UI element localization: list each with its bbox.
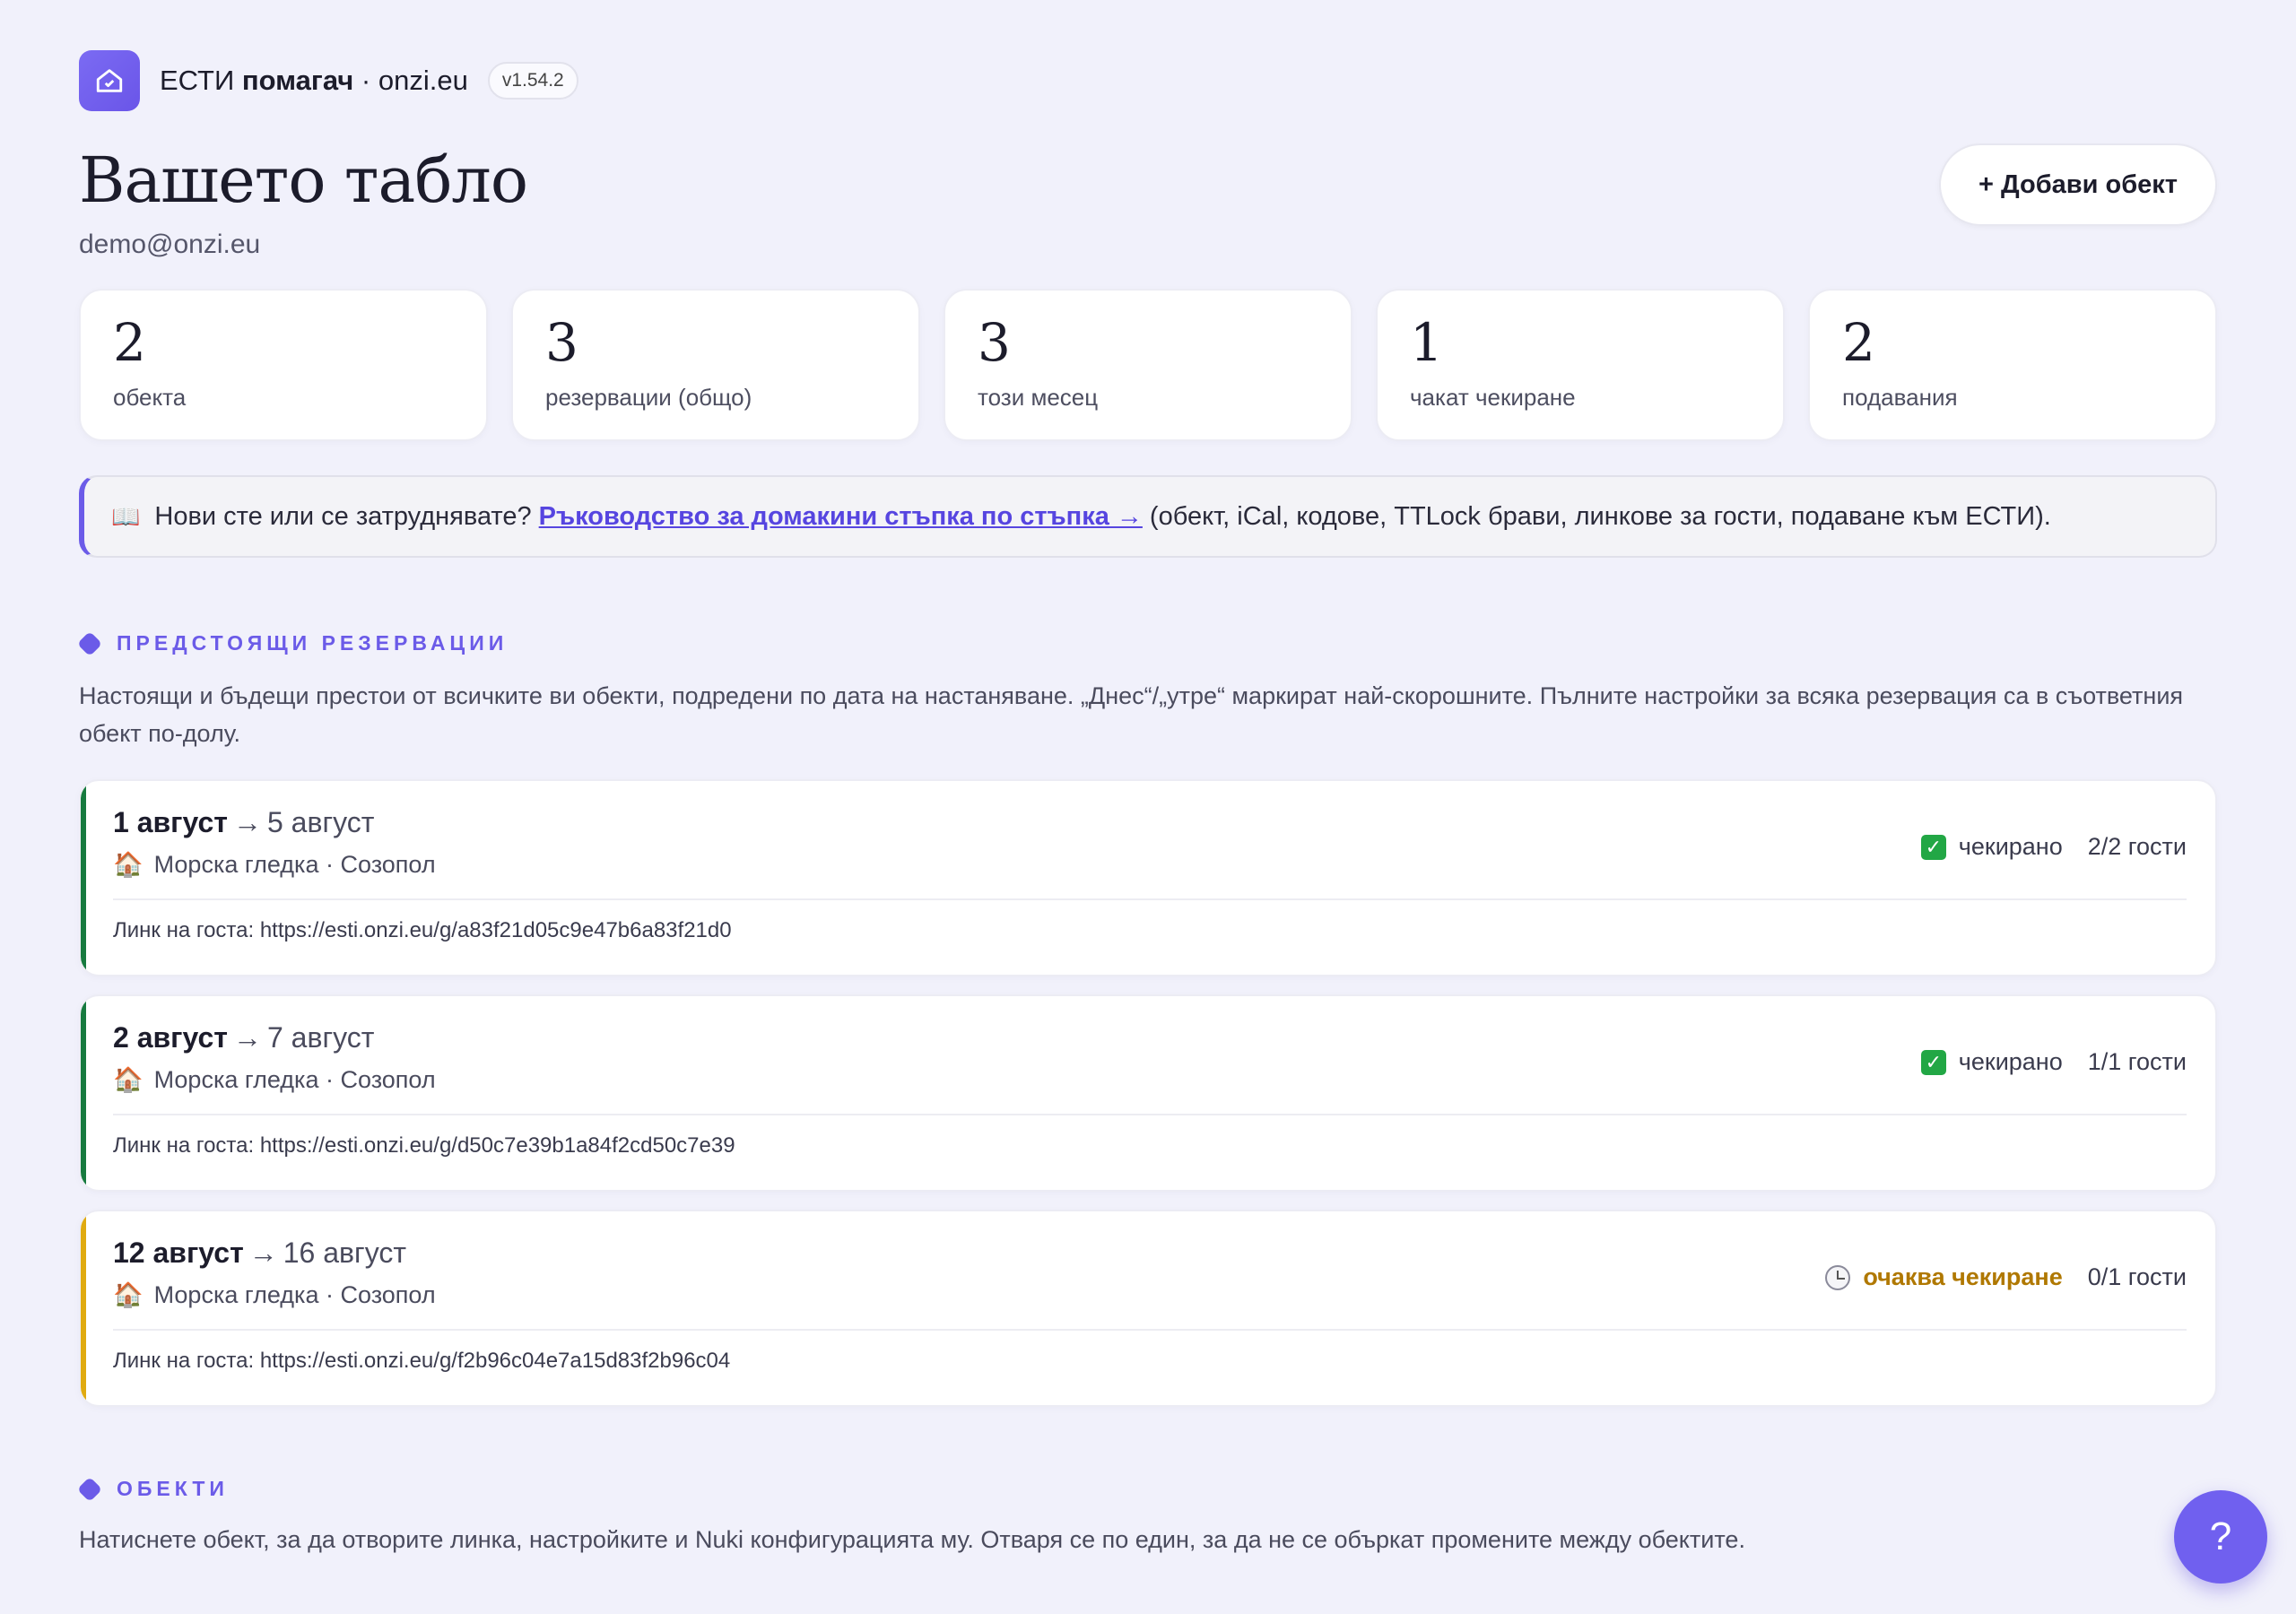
house-icon: 🏠 — [113, 1281, 144, 1308]
guide-banner: 📖 Нови сте или се затруднявате? Ръководс… — [79, 475, 2217, 558]
dashboard-page: ЕСТИ помагач · onzi.eu v1.54.2 Вашето та… — [76, 50, 2217, 1558]
booking-dates: 2 август → 7 август — [113, 1021, 375, 1054]
add-property-button[interactable]: + Добави обект — [1939, 143, 2217, 226]
booking-status: очаква чекиране 0/1 гости — [1825, 1263, 2187, 1291]
status-bar — [81, 1211, 86, 1405]
help-button[interactable]: ? — [2174, 1490, 2267, 1584]
stat-value: 2 — [113, 312, 146, 373]
title-row: Вашето табло demo@onzi.eu + Добави обект — [79, 143, 2217, 269]
house-icon: 🏠 — [113, 851, 144, 878]
section-description: Настоящи и бъдещи престои от всичките ви… — [79, 682, 2184, 747]
guest-link[interactable]: Линк на госта: https://esti.onzi.eu/g/d5… — [113, 1133, 2187, 1158]
stat-card-properties: 2 обекта — [79, 289, 488, 441]
status-text: очаква чекиране — [1863, 1263, 2063, 1290]
guide-link[interactable]: Ръководство за домакини стъпка по стъпка… — [539, 502, 1143, 532]
divider — [113, 898, 2187, 900]
booking-status: ✓ чекирано 1/1 гости — [1920, 1048, 2187, 1076]
brand-name: ЕСТИ помагач · onzi.eu — [160, 65, 468, 96]
diamond-icon — [76, 1476, 103, 1502]
status-text: чекирано — [1958, 1048, 2063, 1075]
status-bar — [81, 996, 86, 1190]
stat-value: 3 — [545, 312, 578, 373]
check-icon: ✓ — [1920, 834, 1946, 860]
page-title: Вашето табло — [79, 143, 528, 217]
stat-label: обекта — [113, 384, 187, 411]
house-icon: 🏠 — [113, 1066, 144, 1093]
stat-label: подавания — [1842, 384, 1958, 411]
book-icon: 📖 — [111, 502, 141, 530]
user-email: demo@onzi.eu — [79, 230, 261, 259]
arrow-right-icon: → — [232, 806, 262, 838]
divider — [113, 1114, 2187, 1115]
guest-link[interactable]: Линк на госта: https://esti.onzi.eu/g/f2… — [113, 1349, 2187, 1374]
clock-icon — [1825, 1264, 1851, 1290]
guest-count: 0/1 гости — [2087, 1263, 2187, 1290]
guest-count: 2/2 гости — [2087, 833, 2187, 860]
guide-prefix: Нови сте или се затруднявате? — [154, 501, 532, 531]
booking-card[interactable]: 12 август → 16 август 🏠 Морска гледка · Соз… — [79, 1210, 2217, 1407]
booking-property: 🏠 Морска гледка · Созопол — [113, 851, 436, 878]
status-bar — [81, 781, 86, 975]
stat-label: чакат чекиране — [1410, 384, 1576, 411]
booking-card[interactable]: 1 август → 5 август 🏠 Морска гледка · Созоп… — [79, 779, 2217, 976]
stat-card-bookings-total: 3 резервации (общо) — [511, 289, 920, 441]
arrow-right-icon: → — [232, 1021, 262, 1054]
guide-suffix: (обект, iCal, кодове, TTLock брави, линк… — [1149, 501, 2051, 531]
guest-link[interactable]: Линк на госта: https://esti.onzi.eu/g/a8… — [113, 918, 2187, 943]
booking-list: 1 август → 5 август 🏠 Морска гледка · Созоп… — [79, 779, 2217, 1407]
guest-count: 1/1 гости — [2087, 1048, 2187, 1075]
home-logo-icon[interactable] — [79, 50, 140, 111]
booking-dates: 1 август → 5 август — [113, 806, 375, 838]
top-bar: ЕСТИ помагач · onzi.eu v1.54.2 — [79, 50, 2217, 111]
booking-property: 🏠 Морска гледка · Созопол — [113, 1066, 436, 1093]
stat-value: 1 — [1410, 312, 1443, 373]
status-text: чекирано — [1958, 833, 2063, 860]
stat-card-this-month: 3 този месец — [944, 289, 1352, 441]
divider — [113, 1329, 2187, 1331]
booking-card[interactable]: 2 август → 7 август 🏠 Морска гледка · Созоп… — [79, 994, 2217, 1192]
diamond-icon — [76, 630, 103, 656]
stat-label: този месец — [978, 384, 1099, 411]
stat-card-submissions: 2 подавания — [1808, 289, 2217, 441]
section-title: ОБЕКТИ — [117, 1477, 229, 1500]
check-icon: ✓ — [1920, 1049, 1946, 1075]
properties-section-header: ОБЕКТИ — [76, 1476, 2217, 1502]
stat-value: 2 — [1842, 312, 1875, 373]
stat-value: 3 — [978, 312, 1011, 373]
version-badge: v1.54.2 — [487, 62, 578, 100]
section-title: ПРЕДСТОЯЩИ РЕЗЕРВАЦИИ — [117, 631, 509, 655]
stat-label: резервации (общо) — [545, 384, 752, 411]
stats-row: 2 обекта 3 резервации (общо) 3 този месе… — [79, 289, 2217, 441]
booking-status: ✓ чекирано 2/2 гости — [1920, 833, 2187, 861]
arrow-right-icon: → — [248, 1237, 278, 1269]
stat-card-awaiting-checkin: 1 чакат чекиране — [1376, 289, 1785, 441]
section-description: Натиснете обект, за да отворите линка, н… — [79, 1526, 1745, 1553]
upcoming-section-header: ПРЕДСТОЯЩИ РЕЗЕРВАЦИИ — [76, 630, 2217, 656]
